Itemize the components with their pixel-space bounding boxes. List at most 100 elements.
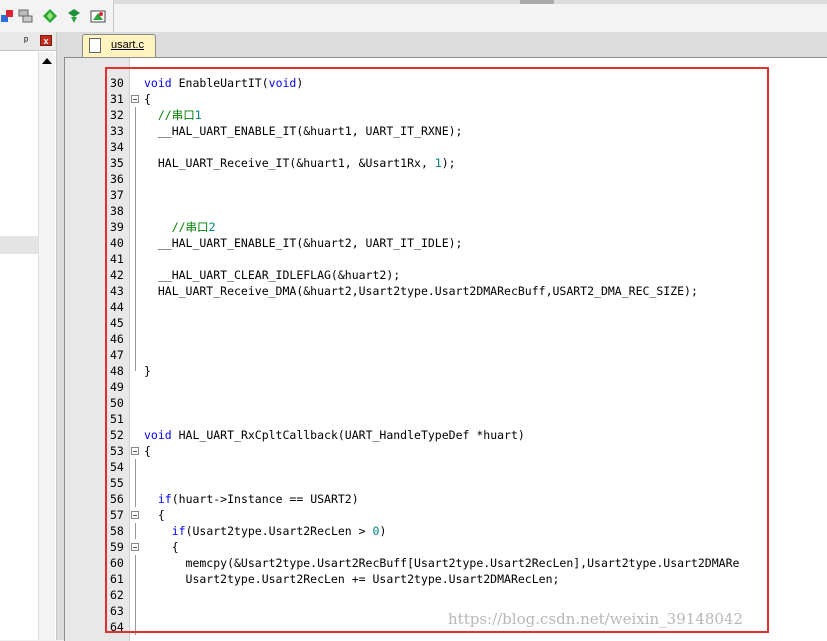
code-line[interactable]: 62 <box>65 587 827 603</box>
code-line[interactable]: 30 void EnableUartIT(void) <box>65 75 827 91</box>
close-icon[interactable]: x <box>40 35 52 46</box>
line-number: 50 <box>110 396 124 410</box>
code-editor[interactable]: 30 void EnableUartIT(void) 31{32 //串口1 33 _… <box>64 57 827 641</box>
fold-collapse-icon[interactable] <box>131 511 139 519</box>
code-line[interactable]: 50 <box>65 395 827 411</box>
line-number: 52 <box>110 428 124 442</box>
code-line[interactable]: 35 HAL_UART_Receive_IT(&huart1, &Usart1R… <box>65 155 827 171</box>
code-text: { <box>144 540 179 554</box>
code-text: //串口2 <box>171 220 216 234</box>
line-number: 32 <box>110 108 124 122</box>
code-line[interactable]: 46 <box>65 331 827 347</box>
fold-guide <box>135 251 136 267</box>
project-pane-scrollbar[interactable] <box>38 52 55 640</box>
code-line[interactable]: 44 <box>65 299 827 315</box>
code-line[interactable]: 52 void HAL_UART_RxCpltCallback(UART_Hand… <box>65 427 827 443</box>
line-number: 34 <box>110 140 124 154</box>
code-line[interactable]: 47 <box>65 347 827 363</box>
code-text: } <box>144 364 151 378</box>
build-icon[interactable] <box>0 8 16 24</box>
line-number: 30 <box>110 76 124 90</box>
code-text: void EnableUartIT(void) <box>144 76 304 90</box>
fold-collapse-icon[interactable] <box>131 543 139 551</box>
code-line[interactable]: 39 //串口2 <box>65 219 827 235</box>
line-number: 42 <box>110 268 124 282</box>
code-text: __HAL_UART_ENABLE_IT(&huart1, UART_IT_RX… <box>144 124 463 138</box>
code-text: memcpy(&Usart2type.Usart2RecBuff[Usart2t… <box>144 556 740 570</box>
pin-icon[interactable]: ᵖ <box>24 35 28 47</box>
code-text: __HAL_UART_CLEAR_IDLEFLAG(&huart2); <box>144 268 401 282</box>
fold-guide <box>135 155 136 171</box>
scroll-up-icon[interactable] <box>42 58 52 64</box>
code-line[interactable]: 38 <box>65 203 827 219</box>
line-number: 61 <box>110 572 124 586</box>
line-number: 35 <box>110 156 124 170</box>
code-line[interactable]: 32 //串口1 <box>65 107 827 123</box>
line-number: 62 <box>110 588 124 602</box>
code-line[interactable]: 43 HAL_UART_Receive_DMA(&huart2,Usart2ty… <box>65 283 827 299</box>
code-line[interactable]: 36 <box>65 171 827 187</box>
options-icon[interactable] <box>90 8 106 24</box>
fold-guide <box>135 619 136 635</box>
rebuild-icon[interactable] <box>18 8 34 24</box>
fold-guide <box>135 235 136 251</box>
code-line[interactable]: 59 { <box>65 539 827 555</box>
line-number: 57 <box>110 508 124 522</box>
code-line[interactable]: 55 <box>65 475 827 491</box>
code-line[interactable]: 34 <box>65 139 827 155</box>
fold-guide <box>135 171 136 187</box>
code-line[interactable]: 56 if(huart->Instance == USART2) <box>65 491 827 507</box>
fold-collapse-icon[interactable] <box>131 95 139 103</box>
line-number: 43 <box>110 284 124 298</box>
code-line[interactable]: 60 memcpy(&Usart2type.Usart2RecBuff[Usar… <box>65 555 827 571</box>
line-number: 38 <box>110 204 124 218</box>
fold-guide <box>135 187 136 203</box>
code-line[interactable]: 58 if(Usart2type.Usart2RecLen > 0) <box>65 523 827 539</box>
fold-guide <box>135 299 136 315</box>
code-line[interactable]: 41 <box>65 251 827 267</box>
line-number: 31 <box>110 92 124 106</box>
debug-icon[interactable] <box>66 8 82 24</box>
fold-guide <box>135 315 136 331</box>
code-line[interactable]: 33 __HAL_UART_ENABLE_IT(&huart1, UART_IT… <box>65 123 827 139</box>
line-number: 48 <box>110 364 124 378</box>
line-number: 33 <box>110 124 124 138</box>
line-number: 59 <box>110 540 124 554</box>
code-line[interactable]: 49 <box>65 379 827 395</box>
code-text: if(huart->Instance == USART2) <box>157 492 359 506</box>
fold-guide <box>135 363 136 371</box>
code-text: __HAL_UART_ENABLE_IT(&huart2, UART_IT_ID… <box>144 236 463 250</box>
fold-guide <box>135 475 136 491</box>
line-number: 36 <box>110 172 124 186</box>
line-number: 44 <box>110 300 124 314</box>
code-line[interactable]: 40 __HAL_UART_ENABLE_IT(&huart2, UART_IT… <box>65 235 827 251</box>
code-line[interactable]: 57 { <box>65 507 827 523</box>
code-line[interactable]: 48} <box>65 363 827 379</box>
line-number: 60 <box>110 556 124 570</box>
fold-guide <box>135 219 136 235</box>
code-line[interactable]: 42 __HAL_UART_CLEAR_IDLEFLAG(&huart2); <box>65 267 827 283</box>
project-tree-selected-row[interactable] <box>0 236 38 254</box>
code-text: //串口1 <box>157 108 202 122</box>
toolbar-strip-thumb[interactable] <box>520 0 554 4</box>
code-line[interactable]: 37 <box>65 187 827 203</box>
code-line[interactable]: 31 { <box>65 91 827 107</box>
download-icon[interactable] <box>42 8 58 24</box>
code-line[interactable]: 45 <box>65 315 827 331</box>
code-line[interactable]: 54 <box>65 459 827 475</box>
code-line[interactable]: 51 <box>65 411 827 427</box>
fold-guide <box>135 107 136 123</box>
code-text: Usart2type.Usart2RecLen += Usart2type.Us… <box>144 572 560 586</box>
line-number: 53 <box>110 444 124 458</box>
fold-guide <box>135 203 136 219</box>
fold-guide <box>135 139 136 155</box>
code-line[interactable]: 61 Usart2type.Usart2RecLen += Usart2type… <box>65 571 827 587</box>
line-number: 54 <box>110 460 124 474</box>
code-text: HAL_UART_Receive_DMA(&huart2,Usart2type.… <box>144 284 698 298</box>
code-text: { <box>144 508 165 522</box>
fold-guide <box>135 555 136 571</box>
code-line[interactable]: 53 { <box>65 443 827 459</box>
tab-usart-c[interactable]: usart.c <box>82 34 156 57</box>
line-number: 41 <box>110 252 124 266</box>
fold-collapse-icon[interactable] <box>131 447 139 455</box>
